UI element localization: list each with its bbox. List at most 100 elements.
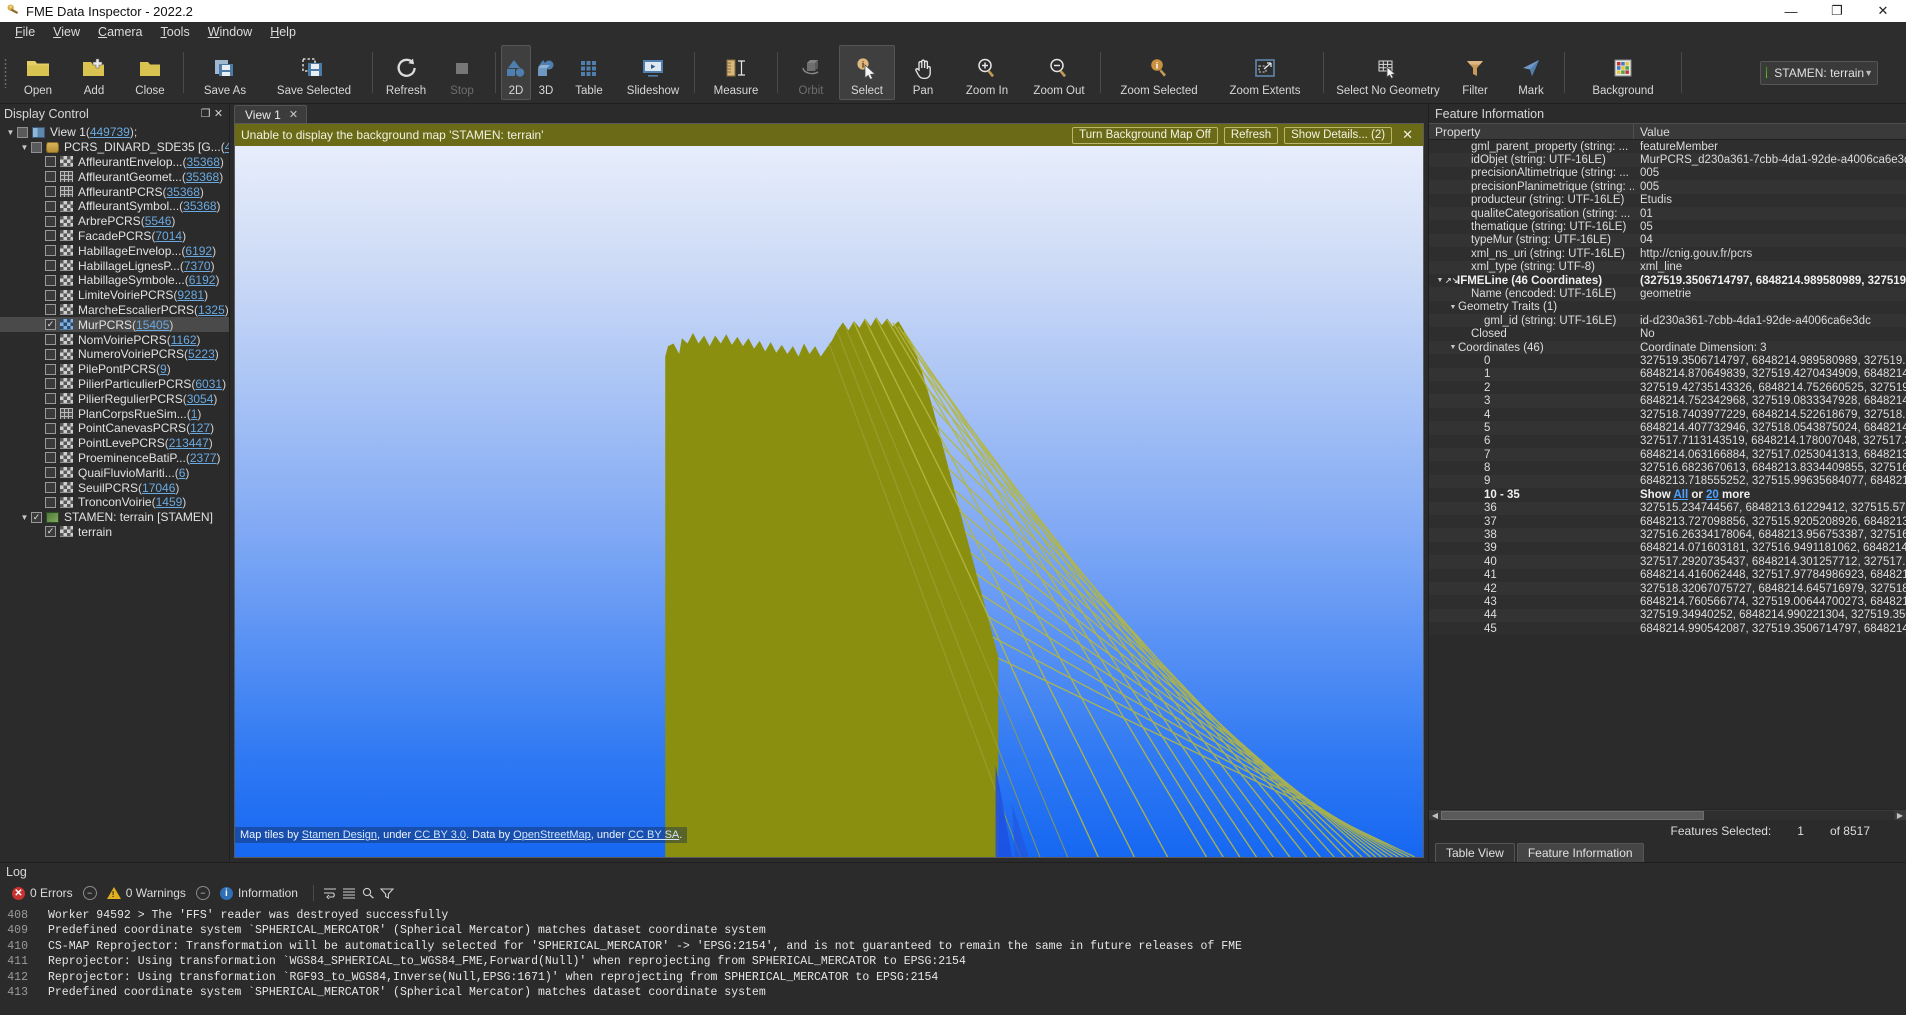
feature-property-row[interactable]: gml_parent_property (string: ... featureM…	[1429, 140, 1906, 154]
layer-tree[interactable]: ▼ View 1 ( 449739 ); ▼ PCRS_DINARD_SDE35 [G…	[0, 123, 229, 862]
feature-count-link[interactable]: 1325	[198, 303, 225, 317]
menu-camera[interactable]: Camera	[89, 23, 151, 41]
background-map-select[interactable]: STAMEN: terrain ▼	[1760, 60, 1878, 85]
column-header-value[interactable]: Value	[1634, 124, 1906, 139]
stamen-design-link[interactable]: Stamen Design	[302, 829, 377, 841]
save-selected-button[interactable]: Save Selected	[261, 45, 367, 100]
twisty-icon[interactable]: ▼	[4, 128, 17, 137]
orbit-button[interactable]: Orbit	[783, 45, 839, 100]
feature-count-link[interactable]: 3054	[187, 392, 214, 406]
feature-count-link[interactable]: 35368	[187, 155, 220, 169]
scroll-right-icon[interactable]: ▶	[1894, 811, 1906, 820]
tree-item-pilepontpcrs[interactable]: PilePontPCRS ( 9 )	[0, 362, 229, 377]
feature-count-link[interactable]: 6192	[189, 273, 216, 287]
feature-property-row[interactable]: ▼ Coordinates (46) Coordinate Dimension: 3	[1429, 340, 1906, 355]
tree-item-habillagesymbole-[interactable]: HabillageSymbole... ( 6192 )	[0, 273, 229, 288]
layer-visibility-checkbox[interactable]	[45, 437, 56, 449]
tree-item-pilierregulierpcrs[interactable]: PilierRegulierPCRS ( 3054 )	[0, 391, 229, 406]
feature-property-row[interactable]: Name (encoded: UTF-16LE) geometrie	[1429, 287, 1906, 301]
menu-file[interactable]: File	[6, 23, 44, 41]
feature-count-link[interactable]: 1	[191, 407, 198, 421]
layer-visibility-checkbox[interactable]	[45, 274, 56, 286]
feature-count-link[interactable]: 449739	[90, 125, 130, 139]
view-3d-button[interactable]: 3D	[531, 45, 561, 100]
layer-visibility-checkbox[interactable]: ✓	[45, 319, 56, 331]
feature-count-link[interactable]: 7014	[155, 229, 182, 243]
tree-item-murpcrs[interactable]: ✓ MurPCRS ( 15405 )	[0, 317, 229, 333]
tree-item-numerovoiriepcrs[interactable]: NumeroVoiriePCRS ( 5223 )	[0, 347, 229, 362]
layer-visibility-checkbox[interactable]	[45, 422, 56, 434]
feature-property-row[interactable]: 2 327519.42735143326, 6848214.752660525, …	[1429, 381, 1906, 395]
list-icon[interactable]	[342, 886, 357, 901]
tree-item-affleurantsymbol-[interactable]: AffleurantSymbol... ( 35368 )	[0, 199, 229, 214]
layer-visibility-checkbox[interactable]	[45, 186, 56, 198]
feature-property-row[interactable]: ▼ ↗↘ IFMELine (46 Coordinates) (327519.3506…	[1429, 273, 1906, 288]
expand-twisty-icon[interactable]: ▼	[1448, 344, 1458, 351]
layer-visibility-checkbox[interactable]	[31, 141, 42, 153]
layer-visibility-checkbox[interactable]	[45, 304, 56, 316]
mark-button[interactable]: Mark	[1503, 45, 1559, 100]
maximize-button[interactable]: ❐	[1814, 0, 1860, 22]
feature-property-row[interactable]: 45 6848214.990542087, 327519.3506714797, …	[1429, 622, 1906, 636]
tree-item-affleurantgeomet-[interactable]: AffleurantGeomet... ( 35368 )	[0, 169, 229, 184]
feature-property-row[interactable]: typeMur (string: UTF-16LE) 04	[1429, 233, 1906, 248]
refresh-button[interactable]: Refresh	[378, 45, 434, 100]
tree-item-plancorpsruesim-[interactable]: PlanCorpsRueSim... ( 1 )	[0, 406, 229, 421]
show-details-button[interactable]: Show Details... (2)	[1284, 126, 1393, 144]
feature-property-row[interactable]: 3 6848214.752342968, 327519.0833347928, 6…	[1429, 394, 1906, 408]
feature-property-row[interactable]: precisionAltimetrique (string: ... 005	[1429, 166, 1906, 181]
stop-button[interactable]: Stop	[434, 45, 490, 100]
menu-help[interactable]: Help	[261, 23, 305, 41]
feature-property-row[interactable]: 5 6848214.407732946, 327518.0543875024, 6…	[1429, 421, 1906, 435]
tab-feature-information[interactable]: Feature Information	[1516, 843, 1644, 862]
map-canvas[interactable]: Map tiles by Stamen Design, under CC BY …	[235, 146, 1423, 857]
feature-count-link[interactable]: 2377	[190, 451, 217, 465]
background-button[interactable]: Background	[1570, 45, 1676, 100]
minimize-button[interactable]: —	[1768, 0, 1814, 22]
view-2d-button[interactable]: 2D	[501, 45, 531, 100]
twisty-icon[interactable]: ▼	[18, 143, 31, 152]
feature-property-row[interactable]: Closed No	[1429, 327, 1906, 341]
feature-count-link[interactable]: 7370	[184, 259, 211, 273]
add-button[interactable]: Add	[66, 45, 122, 100]
tree-item-quaifluviomariti-[interactable]: QuaiFluvioMariti... ( 6 )	[0, 465, 229, 480]
tree-item-habillagelignesp-[interactable]: HabillageLignesP... ( 7370 )	[0, 258, 229, 273]
feature-property-row[interactable]: 1 6848214.870649839, 327519.4270434909, 6…	[1429, 367, 1906, 382]
feature-count-link[interactable]: 1162	[171, 333, 197, 347]
layer-visibility-checkbox[interactable]	[45, 156, 56, 168]
twisty-icon[interactable]: ▼	[18, 513, 31, 522]
feature-count-link[interactable]: 5223	[188, 347, 215, 361]
scroll-track[interactable]	[1441, 810, 1894, 820]
tree-item-limitevoiriepcrs[interactable]: LimiteVoiriePCRS ( 9281 )	[0, 288, 229, 303]
close-panel-button[interactable]: ✕	[212, 107, 225, 120]
feature-count-link[interactable]: 6	[179, 466, 186, 480]
layer-visibility-checkbox[interactable]	[45, 378, 56, 390]
feature-property-row[interactable]: precisionPlanimetrique (string: ... 005	[1429, 180, 1906, 194]
close-warning-icon[interactable]: ✕	[1402, 127, 1413, 143]
tree-item-affleurantpcrs[interactable]: AffleurantPCRS ( 35368 )	[0, 184, 229, 199]
openstreetmap-link[interactable]: OpenStreetMap	[513, 829, 591, 841]
close-window-button[interactable]: ✕	[1860, 0, 1906, 22]
tree-item-pointcanevaspcrs[interactable]: PointCanevasPCRS ( 127 )	[0, 421, 229, 436]
pan-button[interactable]: Pan	[895, 45, 951, 100]
feature-count-link[interactable]: 449739	[225, 140, 229, 154]
layer-visibility-checkbox[interactable]: ✓	[31, 511, 42, 523]
feature-count-link[interactable]: 127	[190, 421, 210, 435]
feature-count-link[interactable]: 35368	[183, 199, 216, 213]
show-20-link[interactable]: 20	[1706, 489, 1719, 501]
scroll-thumb[interactable]	[1441, 810, 1704, 820]
tree-item-nomvoiriepcrs[interactable]: NomVoiriePCRS ( 1162 )	[0, 332, 229, 347]
tree-item-pilierparticulierpcrs[interactable]: PilierParticulierPCRS ( 6031 )	[0, 377, 229, 392]
feature-count-link[interactable]: 9281	[177, 288, 204, 302]
float-panel-button[interactable]: ❐	[199, 107, 212, 120]
tree-item-tronconvoirie[interactable]: TronconVoirie ( 1459 )	[0, 495, 229, 510]
layer-visibility-checkbox[interactable]	[45, 215, 56, 227]
layer-visibility-checkbox[interactable]	[45, 289, 56, 301]
layer-visibility-checkbox[interactable]	[45, 245, 56, 257]
feature-property-row[interactable]: 0 327519.3506714797, 6848214.989580989, 3…	[1429, 354, 1906, 368]
tree-item-view-1[interactable]: ▼ View 1 ( 449739 );	[0, 125, 229, 140]
feature-property-row[interactable]: qualiteCategorisation (string: ... 01	[1429, 206, 1906, 221]
expand-twisty-icon[interactable]: ▼	[1448, 304, 1458, 311]
feature-property-row[interactable]: 39 6848214.071603181, 327516.9491181062, …	[1429, 541, 1906, 556]
layer-visibility-checkbox[interactable]	[45, 230, 56, 242]
